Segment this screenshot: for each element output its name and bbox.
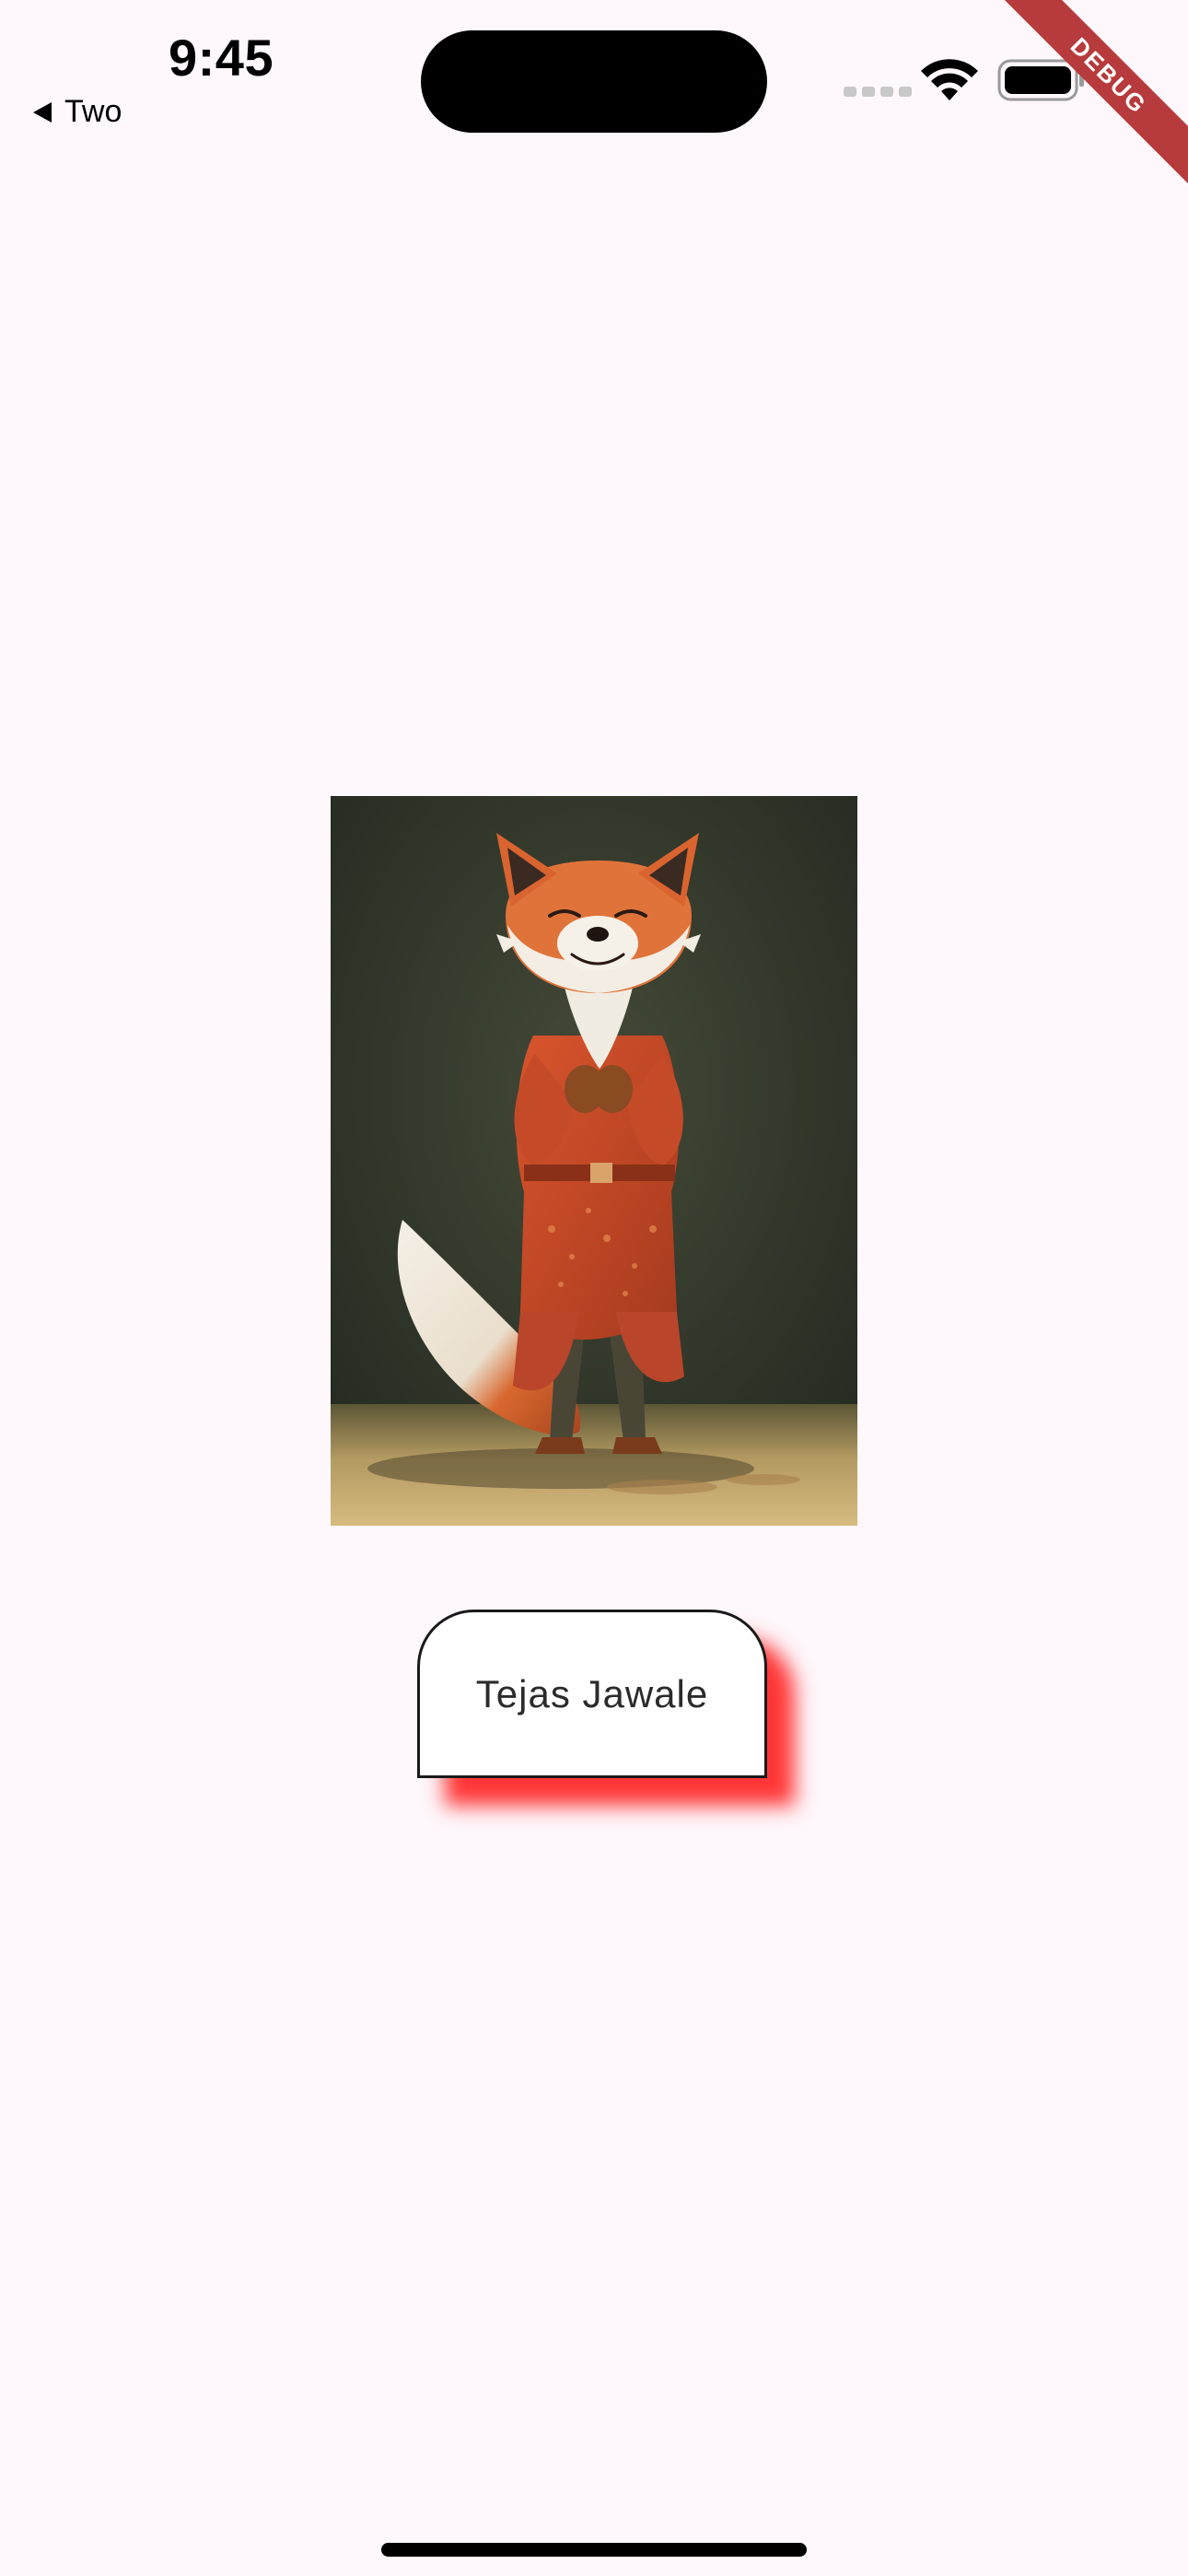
- name-button-label: Tejas Jawale: [475, 1671, 709, 1715]
- cellular-signal-icon: [844, 87, 912, 97]
- back-label: Two: [64, 94, 122, 129]
- back-button[interactable]: Two: [33, 94, 122, 130]
- fox-image: [331, 796, 857, 1526]
- name-button[interactable]: Tejas Jawale: [417, 1610, 767, 1778]
- dynamic-island: [421, 30, 767, 133]
- home-indicator[interactable]: [381, 2543, 807, 2557]
- back-arrow-icon: [33, 101, 52, 123]
- wifi-icon: [921, 59, 978, 100]
- status-time: 9:45: [169, 29, 274, 87]
